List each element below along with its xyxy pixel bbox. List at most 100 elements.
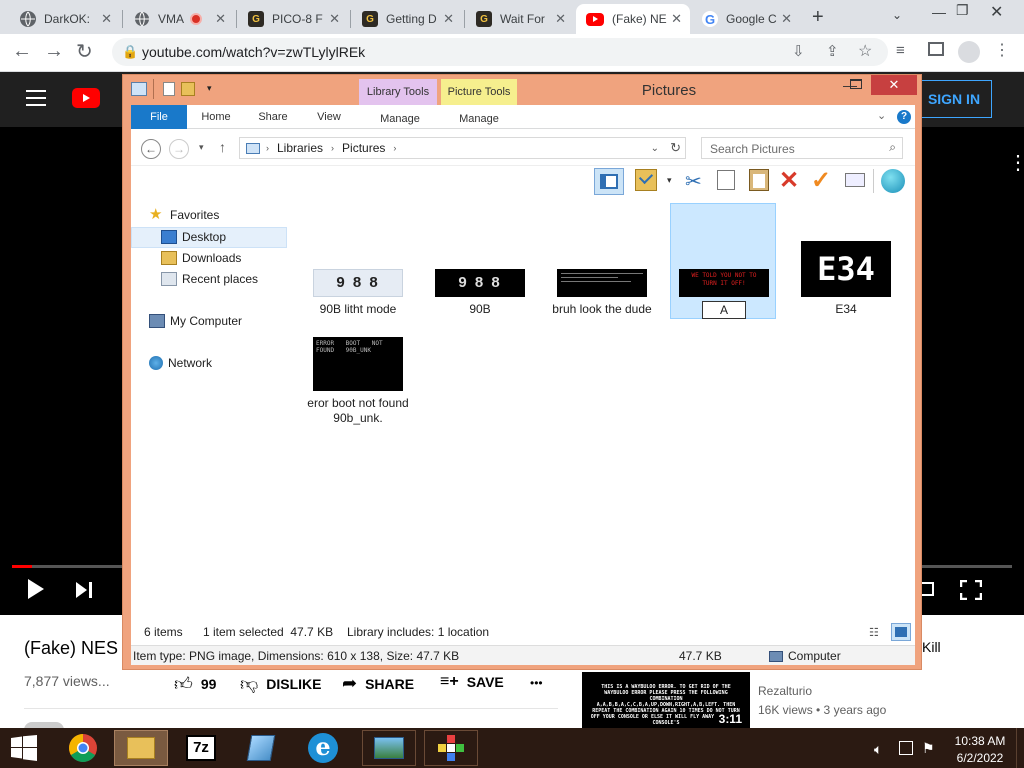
- new-tab-button[interactable]: +: [812, 6, 824, 29]
- tab-file[interactable]: File: [131, 105, 187, 129]
- related-video-thumbnail[interactable]: THIS IS A WAYBULOO ERROR. TO GET RID OF …: [582, 672, 750, 728]
- recent-locations-icon[interactable]: ▾: [199, 142, 204, 153]
- clock-date[interactable]: 6/2/2022: [950, 751, 1010, 765]
- restore-window-icon[interactable]: ❐: [956, 2, 969, 19]
- globe-icon[interactable]: [881, 169, 905, 193]
- forward-arrow-icon[interactable]: →: [44, 40, 64, 63]
- tab-manage-picture[interactable]: Manage: [441, 107, 517, 131]
- miniplayer-icon[interactable]: [922, 582, 934, 596]
- close-icon[interactable]: ✕: [215, 11, 226, 27]
- file-item[interactable]: E34 E34: [789, 241, 903, 316]
- file-item[interactable]: 9 8 8 90B: [423, 269, 537, 316]
- breadcrumb-pictures[interactable]: Pictures: [342, 141, 385, 155]
- back-icon[interactable]: ←: [141, 139, 161, 159]
- nav-downloads[interactable]: Downloads: [161, 251, 241, 265]
- large-icons-view-icon[interactable]: [891, 623, 911, 641]
- nav-my-computer[interactable]: My Computer: [149, 314, 242, 328]
- forward-icon[interactable]: →: [169, 139, 189, 159]
- paste-icon[interactable]: [749, 169, 769, 191]
- address-bar-input[interactable]: 🔒 youtube.com/watch?v=zwTLylylREk: [112, 38, 888, 66]
- delete-icon[interactable]: ✕: [779, 166, 799, 195]
- paint-taskbar-icon[interactable]: [424, 730, 478, 766]
- 7zip-taskbar-icon[interactable]: 7z: [174, 730, 228, 766]
- copy-icon[interactable]: [717, 170, 735, 190]
- address-breadcrumb[interactable]: › Libraries › Pictures › ⌄ ↻: [239, 137, 686, 159]
- nav-network[interactable]: Network: [149, 356, 212, 370]
- bookmark-star-icon[interactable]: ☆: [858, 41, 872, 61]
- cut-icon[interactable]: ✂: [685, 169, 702, 194]
- file-item[interactable]: 9 8 8 90B litht mode: [301, 269, 415, 316]
- file-item[interactable]: ERROR BOOT NOT FOUND 90B_UNK eror boot n…: [301, 337, 415, 426]
- sign-in-button[interactable]: SIGN IN: [916, 80, 992, 118]
- tab-share[interactable]: Share: [249, 105, 297, 129]
- photo-viewer-taskbar-icon[interactable]: [362, 730, 416, 766]
- minimize-window-icon[interactable]: —: [932, 4, 946, 20]
- back-arrow-icon[interactable]: ←: [12, 40, 32, 63]
- tab-search-icon[interactable]: ⌄: [892, 8, 902, 22]
- close-icon[interactable]: ✕: [101, 11, 112, 27]
- maximize-icon[interactable]: [850, 79, 862, 89]
- refresh-icon[interactable]: ↻: [670, 140, 681, 156]
- tab-youtube-active[interactable]: (Fake) NE ✕: [576, 4, 690, 34]
- close-icon[interactable]: ✕: [329, 11, 340, 27]
- network-status-icon[interactable]: [899, 741, 913, 755]
- play-icon[interactable]: [26, 578, 46, 603]
- close-icon[interactable]: ✕: [781, 11, 792, 27]
- rename-icon[interactable]: [845, 173, 865, 187]
- tab-manage-library[interactable]: Manage: [361, 107, 439, 131]
- file-explorer-taskbar-icon[interactable]: [114, 730, 168, 766]
- close-icon[interactable]: ✕: [671, 11, 682, 27]
- preview-pane-button[interactable]: [594, 168, 624, 195]
- tab-view[interactable]: View: [305, 105, 353, 129]
- dislike-button[interactable]: 👎︎ DISLIKE: [240, 673, 322, 695]
- hamburger-menu-icon[interactable]: [26, 90, 46, 106]
- like-button[interactable]: 👍︎ 99: [174, 673, 216, 695]
- up-arrow-icon[interactable]: ↑: [219, 139, 226, 155]
- close-window-icon[interactable]: ✕: [990, 2, 1003, 22]
- close-button[interactable]: ✕: [871, 75, 917, 95]
- next-icon[interactable]: [74, 580, 94, 603]
- new-folder-icon[interactable]: [181, 82, 195, 96]
- checkmark-icon[interactable]: ✓: [811, 166, 831, 195]
- search-input[interactable]: Search Pictures ⌕: [701, 137, 903, 159]
- action-center-flag-icon[interactable]: ⚑: [922, 740, 935, 757]
- tab-home[interactable]: Home: [191, 105, 241, 129]
- youtube-logo-icon[interactable]: [72, 88, 100, 108]
- side-panel-icon[interactable]: [928, 42, 944, 56]
- close-icon[interactable]: ✕: [555, 11, 566, 27]
- start-button[interactable]: [10, 735, 38, 764]
- rename-input[interactable]: A: [702, 301, 746, 319]
- related-channel-name[interactable]: Rezalturio: [758, 684, 812, 698]
- breadcrumb-libraries[interactable]: Libraries: [277, 141, 323, 155]
- related-video-title[interactable]: Kill: [922, 639, 941, 655]
- properties-icon[interactable]: [163, 82, 175, 96]
- tab-pico8[interactable]: G PICO-8 F ✕: [238, 4, 348, 34]
- media-control-icon[interactable]: ≡: [896, 42, 905, 59]
- volume-icon[interactable]: 🔈︎: [874, 741, 882, 758]
- options-dropdown-icon[interactable]: ▾: [667, 175, 672, 186]
- ribbon-expand-icon[interactable]: ⌄: [877, 109, 886, 122]
- more-actions-icon[interactable]: •••: [530, 676, 543, 690]
- nav-desktop[interactable]: Desktop: [161, 230, 226, 244]
- chrome-taskbar-icon[interactable]: [56, 730, 110, 766]
- nav-favorites[interactable]: ★ Favorites: [149, 207, 219, 222]
- tab-getting[interactable]: G Getting D ✕: [352, 4, 462, 34]
- share-button[interactable]: ➦ SHARE: [342, 673, 414, 694]
- file-item[interactable]: bruh look the dude: [545, 269, 659, 317]
- notepad-taskbar-icon[interactable]: [234, 730, 288, 766]
- quick-access-dropdown-icon[interactable]: ▾: [207, 83, 212, 94]
- reload-icon[interactable]: ↻: [76, 39, 93, 64]
- menu-kebab-icon[interactable]: ⋮: [994, 40, 1010, 60]
- tab-vma[interactable]: VMA ✕: [124, 4, 234, 34]
- share-icon[interactable]: ⇪: [826, 42, 839, 60]
- help-icon[interactable]: ?: [897, 110, 911, 124]
- more-options-icon[interactable]: ⋮: [1008, 150, 1024, 175]
- file-item-selected[interactable]: WE TOLD YOU NOT TO TURN IT OFF! A: [667, 269, 781, 319]
- details-view-icon[interactable]: ☷: [869, 626, 879, 639]
- folder-options-icon[interactable]: [635, 169, 657, 191]
- clock-time[interactable]: 10:38 AM: [950, 734, 1010, 748]
- tab-google[interactable]: G Google C ✕: [692, 4, 800, 34]
- save-button[interactable]: ≡+ SAVE: [440, 673, 504, 691]
- dropdown-arrow-icon[interactable]: ⌄: [651, 143, 659, 154]
- internet-explorer-taskbar-icon[interactable]: e: [296, 730, 350, 766]
